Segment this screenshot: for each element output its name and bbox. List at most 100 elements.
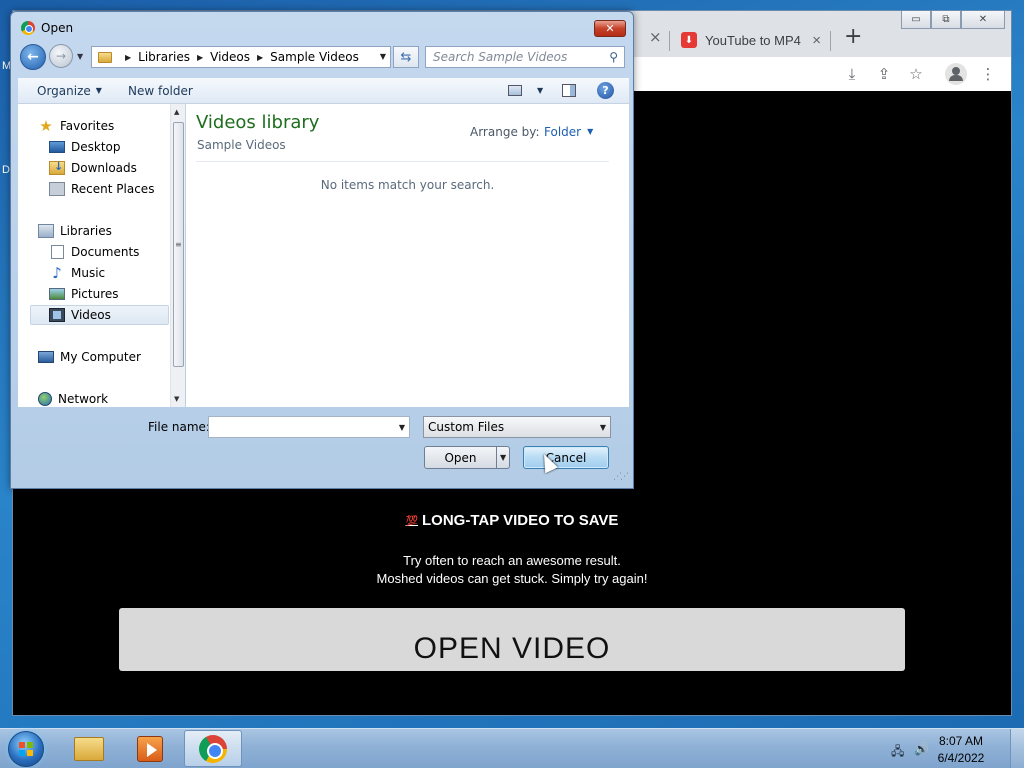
- tab-youtube-to-mp4[interactable]: ⬇ YouTube to MP4 C ×: [671, 23, 829, 57]
- chevron-down-icon[interactable]: ▼: [380, 52, 386, 61]
- window-controls: ▭ ⧉ ✕: [901, 11, 1005, 29]
- back-arrow-icon: ←: [27, 49, 39, 65]
- tab-title: YouTube to MP4 C: [705, 32, 805, 48]
- star-icon[interactable]: ☆: [907, 65, 925, 83]
- organize-label: Organize: [37, 84, 91, 98]
- open-button[interactable]: Open ▼: [424, 446, 510, 469]
- taskbar-app-explorer[interactable]: [60, 730, 118, 767]
- chevron-down-icon: ▼: [537, 86, 544, 95]
- arrange-by-dropdown[interactable]: Folder ▼: [544, 125, 593, 139]
- star-icon: ★: [39, 117, 53, 135]
- file-type-select[interactable]: Custom Files ▼: [423, 416, 611, 438]
- chevron-down-icon[interactable]: ▼: [500, 453, 506, 462]
- library-title: Videos library: [196, 112, 320, 133]
- nav-item-label: Recent Places: [71, 182, 155, 196]
- cancel-button[interactable]: Cancel: [523, 446, 609, 469]
- chrome-icon: [21, 21, 35, 35]
- address-bar[interactable]: ▶ Libraries ▶ Videos ▶ Sample Videos ▼: [91, 46, 391, 68]
- tab-separator: [830, 31, 831, 51]
- command-bar: Organize ▼ New folder ▼ ?: [18, 78, 629, 104]
- download-arrow-icon: ⬇: [681, 32, 697, 48]
- nav-item-label: Music: [71, 266, 106, 280]
- chrome-icon: [199, 734, 227, 763]
- change-view-icon[interactable]: [508, 85, 522, 96]
- arrange-by-value: Folder: [544, 125, 582, 139]
- nav-item-network[interactable]: Network: [38, 389, 186, 409]
- menu-icon[interactable]: ⋮: [979, 65, 997, 83]
- downloads-folder-icon: [49, 160, 65, 175]
- nav-item-libraries[interactable]: Libraries: [38, 221, 186, 241]
- scroll-down-icon[interactable]: ▼: [174, 395, 179, 403]
- help-icon[interactable]: ?: [597, 82, 614, 99]
- nav-pane-scrollbar[interactable]: ▲ ≡ ▼: [170, 104, 185, 407]
- folder-icon: [74, 736, 104, 761]
- libraries-icon: [38, 224, 54, 238]
- taskbar: 🖧 🔊 8:07 AM 6/4/2022: [0, 728, 1024, 768]
- profile-icon[interactable]: [945, 63, 967, 85]
- chevron-right-icon[interactable]: ▶: [257, 53, 263, 62]
- preview-pane-icon[interactable]: [562, 84, 576, 97]
- breadcrumb-sample-videos[interactable]: Sample Videos: [270, 50, 359, 64]
- open-dialog: Open ✕ ← → ▼ ▶ Libraries ▶ Videos ▶ Samp…: [10, 11, 634, 489]
- taskbar-app-chrome[interactable]: [184, 730, 242, 767]
- desktop-icon: [49, 141, 65, 153]
- arrange-by-label: Arrange by:: [470, 125, 540, 139]
- search-placeholder: Search Sample Videos: [433, 50, 568, 64]
- clock-time[interactable]: 8:07 AM: [926, 734, 996, 748]
- start-button[interactable]: [8, 731, 44, 767]
- new-tab-button[interactable]: +: [844, 24, 862, 49]
- scroll-grip-icon: ≡: [175, 240, 182, 249]
- forward-button[interactable]: →: [49, 44, 73, 68]
- show-desktop-button[interactable]: [1010, 729, 1024, 768]
- chevron-down-icon[interactable]: ▼: [399, 423, 405, 432]
- chevron-down-icon: ▼: [95, 86, 102, 95]
- nav-item-videos[interactable]: Videos: [30, 305, 169, 325]
- nav-item-label: Pictures: [71, 287, 119, 301]
- dialog-title-bar: Open: [21, 21, 73, 35]
- navigation-pane: ★ Favorites Desktop Downloads Recent Plac…: [18, 104, 185, 407]
- view-options-dropdown[interactable]: ▼: [532, 84, 543, 98]
- film-strip-icon: [49, 308, 65, 322]
- nav-item-label: Desktop: [71, 140, 121, 154]
- taskbar-app-media-player[interactable]: [121, 730, 179, 767]
- open-button-label: Open: [444, 451, 477, 465]
- tab-separator: [669, 31, 670, 51]
- documents-icon: [51, 245, 64, 259]
- breadcrumb-libraries[interactable]: Libraries: [138, 50, 190, 64]
- hundred-points-icon: 💯: [405, 516, 419, 527]
- hint-line-1: Try often to reach an awesome result.: [403, 553, 621, 568]
- close-window-button[interactable]: ✕: [961, 11, 1005, 29]
- minimize-button[interactable]: ▭: [901, 11, 931, 29]
- download-icon[interactable]: ⤓: [843, 65, 861, 83]
- search-input[interactable]: Search Sample Videos ⚲: [425, 46, 625, 68]
- prev-tab-close-icon[interactable]: ×: [649, 28, 662, 46]
- share-icon[interactable]: ⇪: [875, 65, 893, 83]
- nav-item-my-computer[interactable]: My Computer: [38, 347, 186, 367]
- chevron-right-icon[interactable]: ▶: [125, 53, 131, 62]
- file-name-input[interactable]: ▼: [208, 416, 410, 438]
- scroll-up-icon[interactable]: ▲: [174, 108, 179, 116]
- new-folder-button[interactable]: New folder: [128, 84, 193, 98]
- recent-locations-dropdown-icon[interactable]: ▼: [77, 52, 83, 61]
- desktop-icon-label-fragment[interactable]: D: [2, 164, 10, 176]
- nav-item-label: Downloads: [71, 161, 137, 175]
- refresh-icon: ⇆: [400, 49, 412, 65]
- pictures-icon: [49, 288, 65, 300]
- resize-grip-icon[interactable]: ⋰⋰: [613, 472, 629, 482]
- back-button[interactable]: ←: [20, 44, 46, 70]
- network-icon: [38, 392, 52, 406]
- nav-item-favorites[interactable]: ★ Favorites: [38, 116, 186, 136]
- folder-icon: [98, 51, 112, 63]
- open-video-button[interactable]: OPEN VIDEO: [119, 608, 905, 671]
- restore-button[interactable]: ⧉: [931, 11, 961, 29]
- organize-button[interactable]: Organize ▼: [37, 84, 102, 98]
- tab-close-icon[interactable]: ×: [812, 32, 821, 49]
- chevron-right-icon[interactable]: ▶: [197, 53, 203, 62]
- breadcrumb-videos[interactable]: Videos: [210, 50, 250, 64]
- refresh-button[interactable]: ⇆: [393, 46, 419, 68]
- clock-date[interactable]: 6/4/2022: [926, 751, 996, 765]
- network-tray-icon[interactable]: 🖧: [891, 742, 904, 763]
- dialog-close-button[interactable]: ✕: [594, 20, 626, 37]
- music-note-icon: ♪: [52, 264, 62, 282]
- file-list-pane[interactable]: Videos library Sample Videos Arrange by:…: [186, 104, 629, 407]
